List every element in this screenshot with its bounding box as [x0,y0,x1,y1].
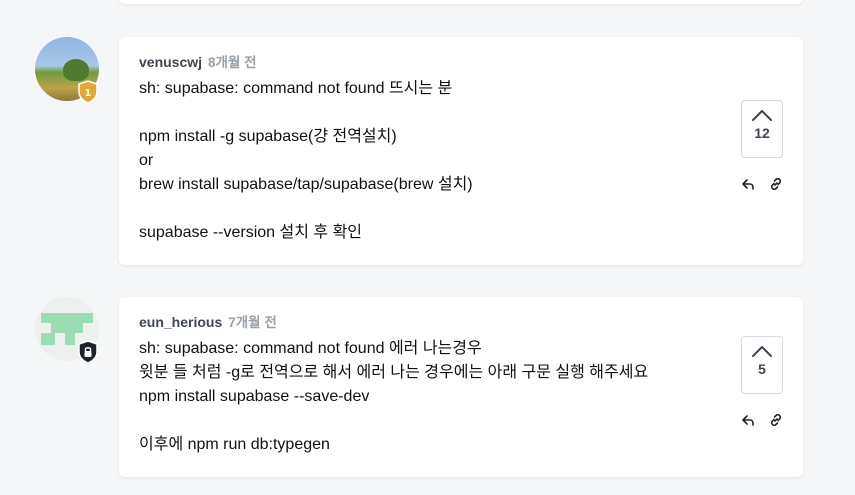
comment-line [139,197,473,221]
comment-line: npm install -g supabase(걍 전역설치) [139,128,397,145]
comment-line: sh: supabase: command not found 뜨시는 분 [139,80,453,97]
comment-body: sh: supabase: command not found 에러 나는경우 … [139,337,648,457]
chevron-up-icon [752,346,772,357]
previous-comment-card [119,0,803,4]
link-icon[interactable] [769,177,783,191]
upvote-button[interactable]: 5 [741,336,783,394]
comment-card: eun_herious 7개월 전 sh: supabase: command n… [119,297,803,477]
comment-line: supabase --version 설치 후 확인 [139,224,363,241]
comment-actions [741,413,783,427]
comment-line: 이후에 npm run db:typegen [139,436,330,453]
comment-time: 7개월 전 [228,315,277,330]
avatar-pixel [41,333,55,345]
avatar-pixel [51,323,83,333]
shield-badge-icon: 1 [77,80,99,104]
comment-card: venuscwj 8개월 전 sh: supabase: command not … [119,37,803,265]
comment-line: sh: supabase: command not found 에러 나는경우 [139,340,482,357]
shield-lock-icon [77,340,99,364]
vote-count: 12 [754,125,770,141]
comment-time: 8개월 전 [208,55,257,70]
upvote-button[interactable]: 12 [741,100,783,158]
avatar-pixel [41,313,93,323]
comment-meta: eun_herious 7개월 전 [139,311,277,331]
comment-line [139,101,473,125]
badge-level: 1 [85,88,92,99]
author-name[interactable]: venuscwj [139,54,202,70]
comment-actions [741,177,783,191]
vote-count: 5 [758,361,766,377]
avatar-image [63,59,89,81]
comment-line: npm install supabase --save-dev [139,388,370,405]
comment-line: or [139,152,154,169]
author-name[interactable]: eun_herious [139,314,222,330]
chevron-up-icon [752,110,772,121]
comment-line: brew install supabase/tap/supabase(brew … [139,176,473,193]
reply-icon[interactable] [741,413,755,427]
comment-body: sh: supabase: command not found 뜨시는 분 np… [139,77,473,245]
avatar-pixel [65,333,75,345]
comment-line [139,409,648,433]
comment-meta: venuscwj 8개월 전 [139,51,257,71]
comment-line: 윗분 들 처럼 -g로 전역으로 해서 에러 나는 경우에는 아래 구문 실행 … [139,364,649,381]
reply-icon[interactable] [741,177,755,191]
link-icon[interactable] [769,413,783,427]
